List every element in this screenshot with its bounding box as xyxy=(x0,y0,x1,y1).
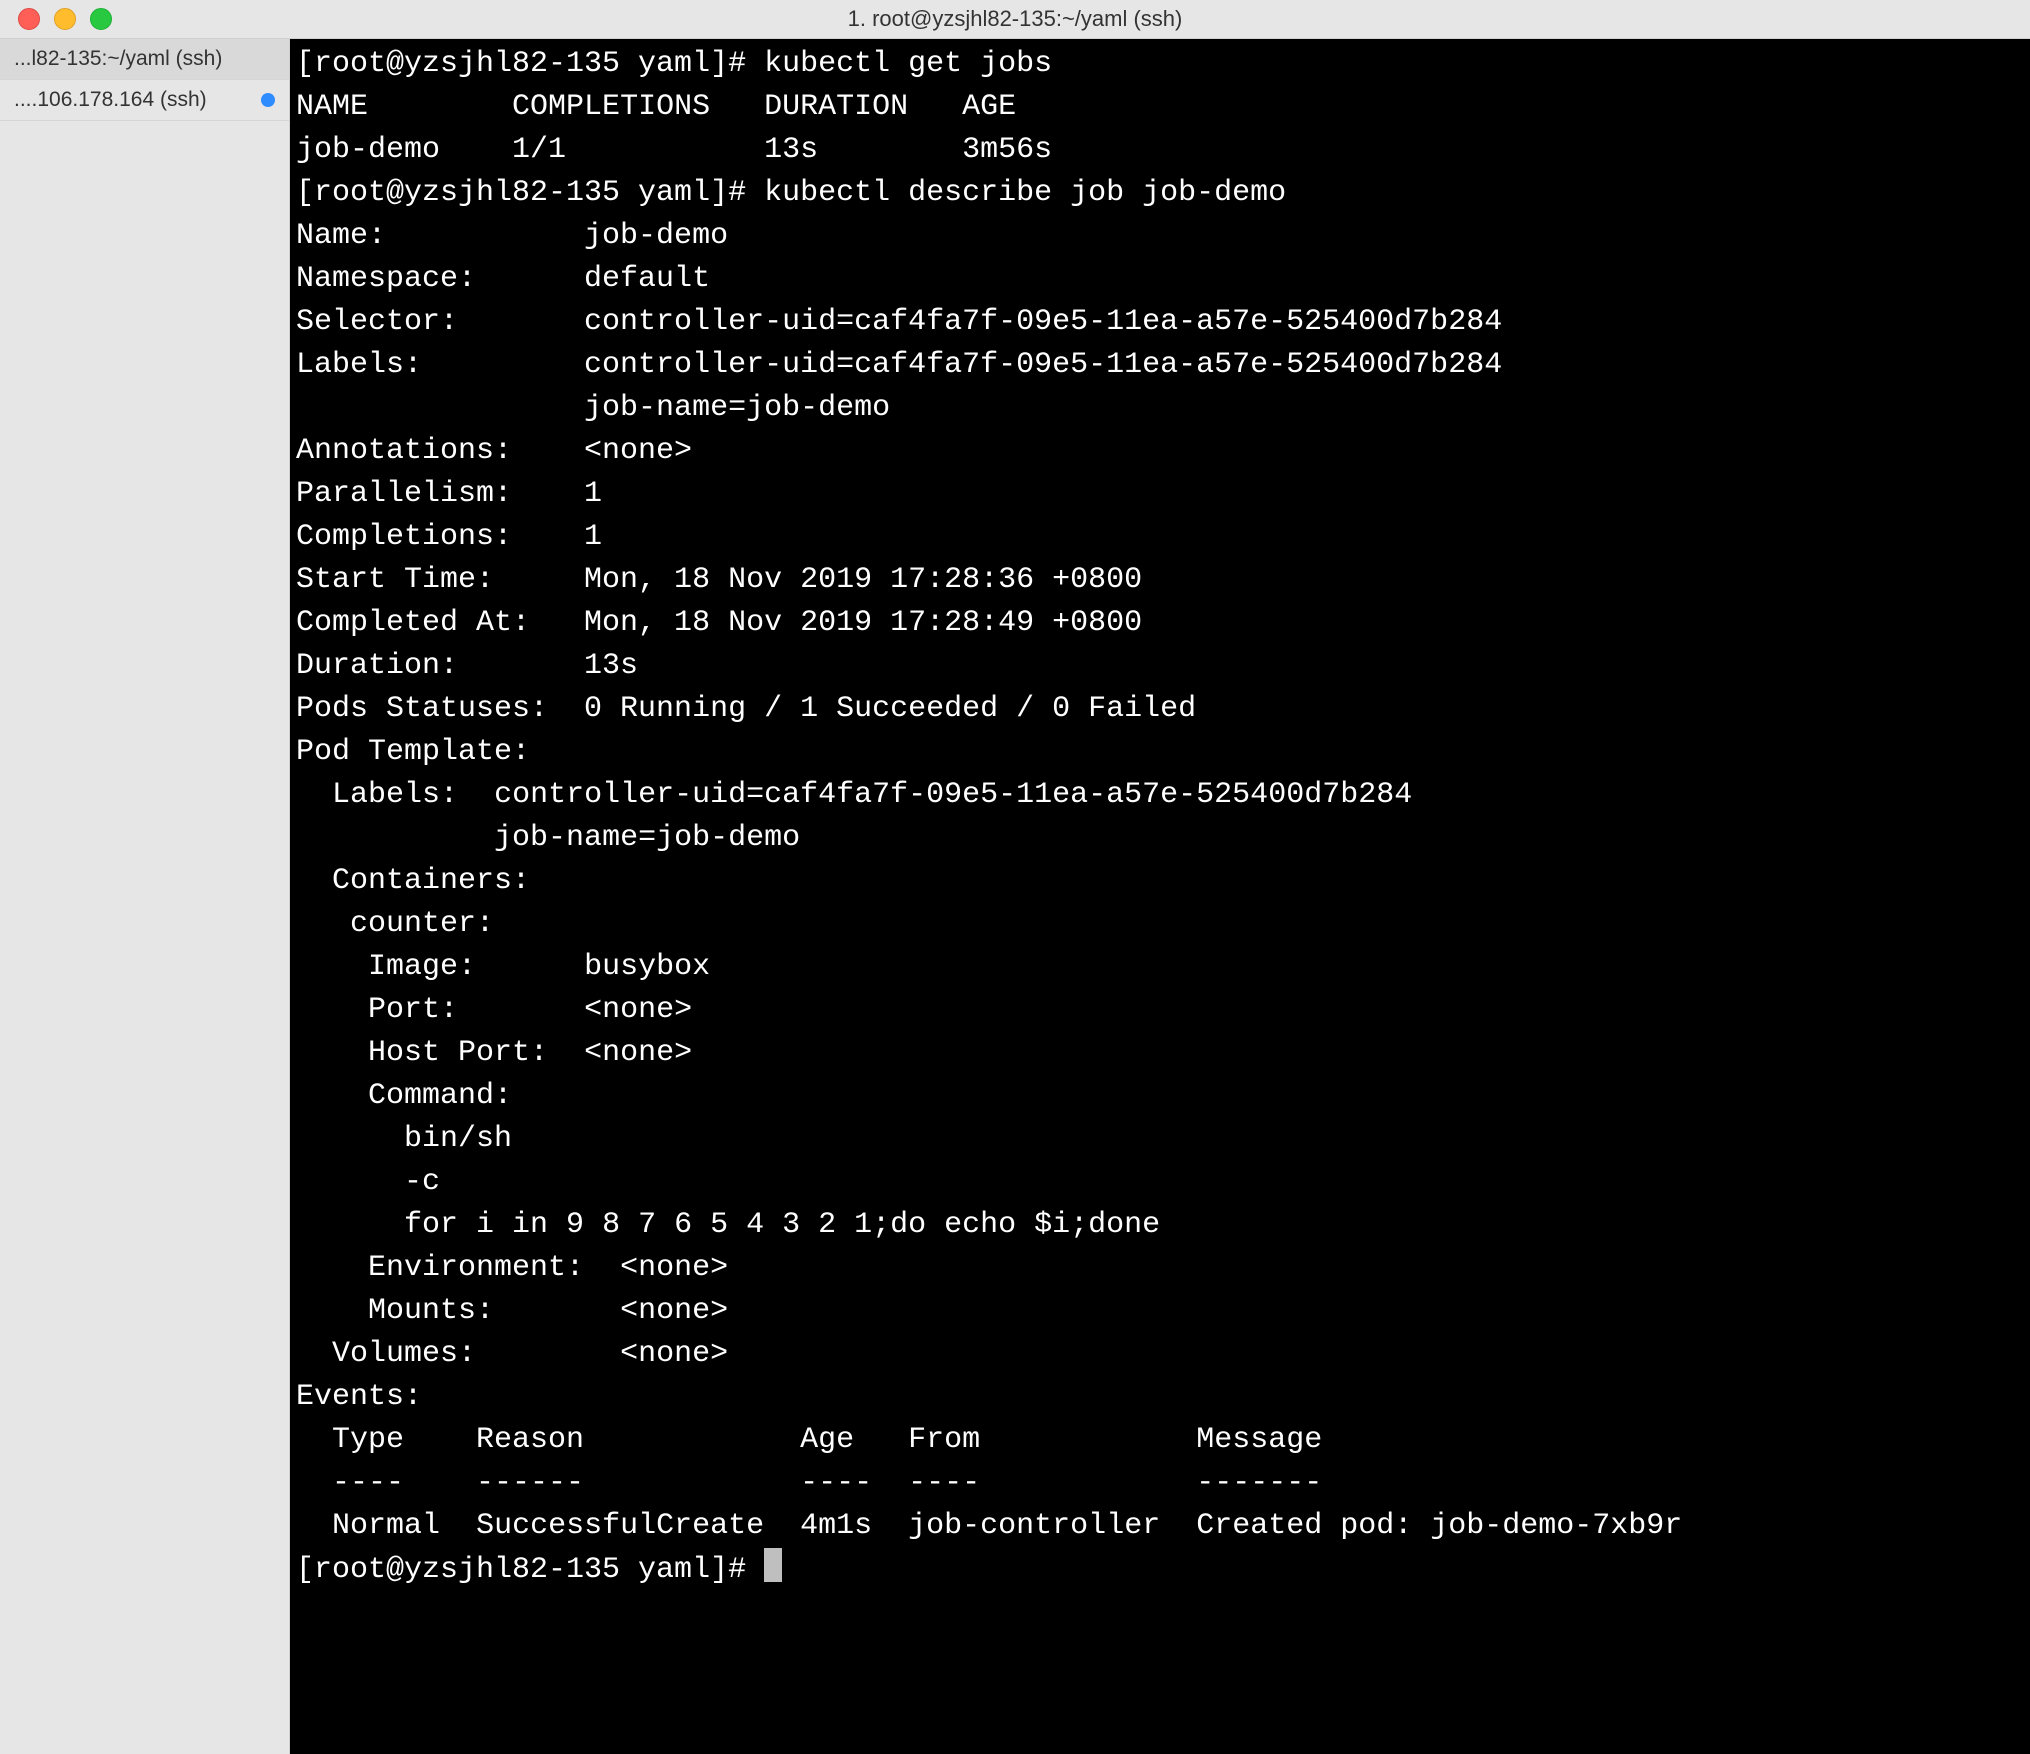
events-col-reason: Reason xyxy=(476,1423,584,1457)
pod-template-mounts-value: <none> xyxy=(620,1294,728,1328)
prompt: [root@yzsjhl82-135 yaml]# xyxy=(296,176,764,210)
session-sidebar: ...l82-135:~/yaml (ssh) ....106.178.164 … xyxy=(0,39,290,1754)
pod-template-image-value: busybox xyxy=(584,950,710,984)
zoom-icon[interactable] xyxy=(90,8,112,30)
pod-template-command-header: Command: xyxy=(368,1079,512,1113)
events-sep-reason: ------ xyxy=(476,1466,584,1500)
command-text: kubectl describe job job-demo xyxy=(764,176,1286,210)
prompt: [root@yzsjhl82-135 yaml]# xyxy=(296,47,764,81)
pod-template-volumes-label: Volumes: xyxy=(332,1337,476,1371)
describe-labels-1: controller-uid=caf4fa7f-09e5-11ea-a57e-5… xyxy=(584,348,1502,382)
pod-template-mounts-label: Mounts: xyxy=(368,1294,494,1328)
terminal-output[interactable]: [root@yzsjhl82-135 yaml]# kubectl get jo… xyxy=(290,39,2030,1754)
traffic-lights xyxy=(0,8,112,30)
pod-template-command-0: bin/sh xyxy=(404,1122,512,1156)
events-col-type: Type xyxy=(332,1423,404,1457)
describe-name: job-demo xyxy=(584,219,728,253)
pod-template-hostport-value: <none> xyxy=(584,1036,692,1070)
events-sep-age: ---- xyxy=(800,1466,872,1500)
activity-dot-icon xyxy=(261,93,275,107)
pod-template-labels-2: job-name=job-demo xyxy=(494,821,800,855)
session-tab-1[interactable]: ....106.178.164 (ssh) xyxy=(0,80,289,121)
pod-template-port-label: Port: xyxy=(368,993,458,1027)
events-row-from: job-controller xyxy=(908,1509,1160,1543)
pod-template-labels-1: controller-uid=caf4fa7f-09e5-11ea-a57e-5… xyxy=(494,778,1412,812)
session-tab-label: ....106.178.164 (ssh) xyxy=(14,88,253,112)
events-col-message: Message xyxy=(1196,1423,1322,1457)
session-tab-0[interactable]: ...l82-135:~/yaml (ssh) xyxy=(0,39,289,80)
pod-template-env-label: Environment: xyxy=(368,1251,584,1285)
close-icon[interactable] xyxy=(18,8,40,30)
events-col-age: Age xyxy=(800,1423,854,1457)
pod-template-image-label: Image: xyxy=(368,950,476,984)
pod-template-port-value: <none> xyxy=(584,993,692,1027)
jobs-row-age: 3m56s xyxy=(962,133,1052,167)
pod-template-volumes-value: <none> xyxy=(620,1337,728,1371)
command-text: kubectl get jobs xyxy=(764,47,1052,81)
events-col-from: From xyxy=(908,1423,980,1457)
events-row-type: Normal xyxy=(332,1509,440,1543)
events-row-reason: SuccessfulCreate xyxy=(476,1509,764,1543)
events-sep-message: ------- xyxy=(1196,1466,1322,1500)
pod-template-command-2: for i in 9 8 7 6 5 4 3 2 1;do echo $i;do… xyxy=(404,1208,1160,1242)
pod-template-header: Pod Template: xyxy=(296,735,530,769)
jobs-header-duration: DURATION xyxy=(764,90,908,124)
jobs-row-completions: 1/1 xyxy=(512,133,566,167)
events-header: Events: xyxy=(296,1380,422,1414)
pod-template-containers-header: Containers: xyxy=(332,864,530,898)
session-tab-label: ...l82-135:~/yaml (ssh) xyxy=(14,47,275,71)
jobs-row-name: job-demo xyxy=(296,133,440,167)
describe-namespace: default xyxy=(584,262,710,296)
describe-start-time: Mon, 18 Nov 2019 17:28:36 +0800 xyxy=(584,563,1142,597)
describe-duration: 13s xyxy=(584,649,638,683)
cursor-icon xyxy=(764,1548,782,1582)
describe-selector: controller-uid=caf4fa7f-09e5-11ea-a57e-5… xyxy=(584,305,1502,339)
window-title: 1. root@yzsjhl82-135:~/yaml (ssh) xyxy=(0,6,2030,32)
events-sep-from: ---- xyxy=(908,1466,980,1500)
events-row-message: Created pod: job-demo-7xb9r xyxy=(1196,1509,1682,1543)
events-sep-type: ---- xyxy=(332,1466,404,1500)
jobs-header-completions: COMPLETIONS xyxy=(512,90,710,124)
describe-completions: 1 xyxy=(584,520,602,554)
events-row-age: 4m1s xyxy=(800,1509,872,1543)
jobs-row-duration: 13s xyxy=(764,133,818,167)
jobs-header-age: AGE xyxy=(962,90,1016,124)
describe-labels-2: job-name=job-demo xyxy=(584,391,890,425)
describe-completed-at: Mon, 18 Nov 2019 17:28:49 +0800 xyxy=(584,606,1142,640)
describe-parallelism: 1 xyxy=(584,477,602,511)
prompt: [root@yzsjhl82-135 yaml]# xyxy=(296,1553,764,1587)
pod-template-command-1: -c xyxy=(404,1165,440,1199)
minimize-icon[interactable] xyxy=(54,8,76,30)
describe-annotations: <none> xyxy=(584,434,692,468)
pod-template-labels-header: Labels: xyxy=(332,778,458,812)
pod-template-hostport-label: Host Port: xyxy=(368,1036,548,1070)
describe-pods-statuses: 0 Running / 1 Succeeded / 0 Failed xyxy=(584,692,1196,726)
jobs-header-name: NAME xyxy=(296,90,368,124)
pod-template-container-name: counter: xyxy=(350,907,494,941)
pod-template-env-value: <none> xyxy=(620,1251,728,1285)
window-titlebar: 1. root@yzsjhl82-135:~/yaml (ssh) xyxy=(0,0,2030,39)
